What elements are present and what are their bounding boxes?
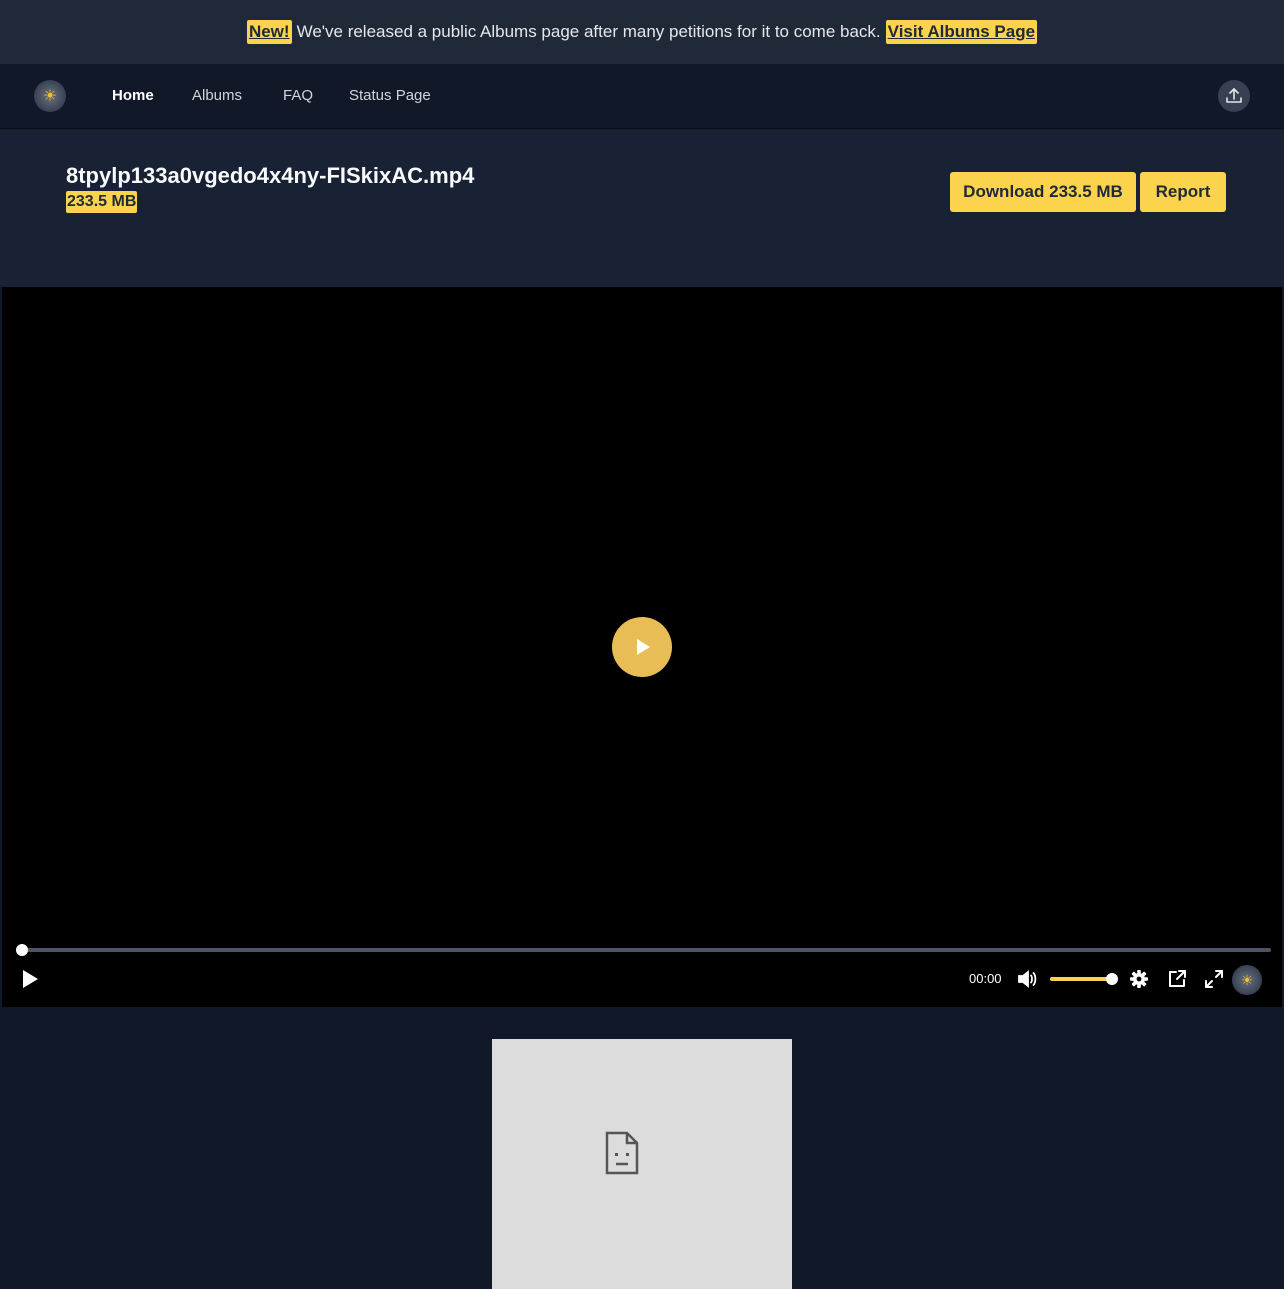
- volume-icon: [1018, 970, 1037, 988]
- announcement-message: We've released a public Albums page afte…: [296, 22, 881, 41]
- nav-albums[interactable]: Albums: [192, 87, 242, 104]
- new-badge: New!: [246, 20, 292, 44]
- file-name: 8tpylp133a0vgedo4x4ny-FISkixAC.mp4: [66, 163, 475, 188]
- broken-image-icon: [605, 1131, 639, 1175]
- current-time: 00:00: [969, 971, 1002, 986]
- visit-albums-link[interactable]: Visit Albums Page: [885, 20, 1038, 44]
- big-play-button[interactable]: [612, 617, 672, 677]
- seek-bar[interactable]: [16, 944, 1271, 956]
- ad-placeholder: [492, 1039, 792, 1289]
- pip-icon: [1169, 970, 1186, 987]
- fullscreen-button[interactable]: [1202, 967, 1226, 991]
- upload-button[interactable]: [1218, 80, 1250, 112]
- play-button[interactable]: [18, 967, 42, 991]
- nav-status-page[interactable]: Status Page: [349, 87, 431, 104]
- seek-thumb[interactable]: [16, 944, 28, 956]
- nav-faq[interactable]: FAQ: [283, 87, 313, 104]
- file-size-badge: 233.5 MB: [66, 191, 138, 213]
- top-nav: ☀ Home Albums FAQ Status Page: [0, 64, 1284, 129]
- play-icon: [23, 970, 38, 988]
- report-button[interactable]: Report: [1140, 172, 1226, 212]
- play-icon: [637, 639, 650, 655]
- file-header: 8tpylp133a0vgedo4x4ny-FISkixAC.mp4 233.5…: [0, 129, 1284, 287]
- volume-slider[interactable]: [1050, 973, 1118, 985]
- download-button[interactable]: Download 233.5 MB: [950, 172, 1136, 212]
- settings-icon: [1130, 970, 1148, 988]
- upload-icon: [1226, 88, 1242, 103]
- volume-thumb[interactable]: [1106, 973, 1118, 985]
- pip-button[interactable]: [1165, 967, 1189, 991]
- player-logo-icon: ☀: [1232, 965, 1262, 995]
- mute-button[interactable]: [1015, 967, 1039, 991]
- settings-button[interactable]: [1127, 967, 1151, 991]
- nav-home[interactable]: Home: [112, 87, 154, 104]
- announcement-banner: New! We've released a public Albums page…: [0, 0, 1284, 64]
- fullscreen-icon: [1205, 970, 1223, 988]
- video-player[interactable]: 00:00 ☀: [2, 287, 1282, 1007]
- sun-logo-icon[interactable]: ☀: [34, 80, 66, 112]
